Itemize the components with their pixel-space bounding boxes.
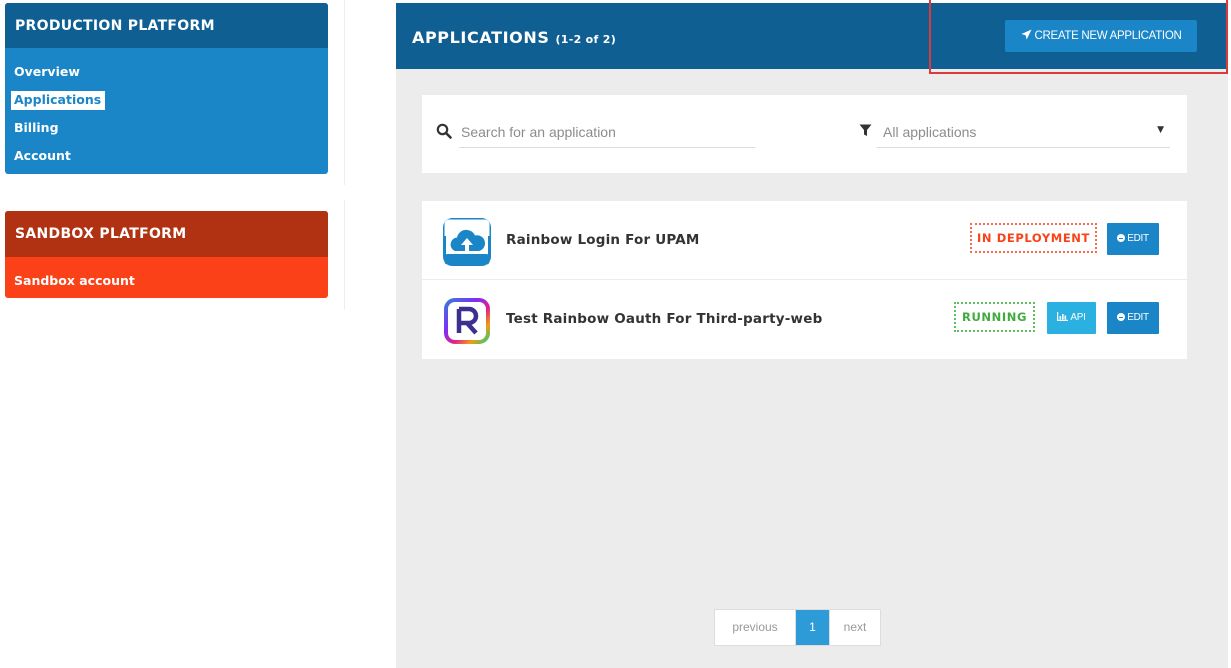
- application-name[interactable]: Test Rainbow Oauth For Third-party-web: [506, 311, 822, 327]
- applications-main: APPLICATIONS (1-2 of 2) CREATE NEW APPLIC…: [396, 3, 1228, 668]
- api-label: API: [1070, 312, 1086, 323]
- sidebar-divider: [344, 0, 345, 185]
- edit-label: EDIT: [1127, 233, 1149, 244]
- sandbox-platform-panel: SANDBOX PLATFORM Sandbox account: [5, 211, 328, 298]
- application-name[interactable]: Rainbow Login For UPAM: [506, 232, 700, 248]
- applications-header: APPLICATIONS (1-2 of 2) CREATE NEW APPLIC…: [396, 3, 1228, 69]
- filter-icon: [859, 124, 872, 136]
- paper-plane-icon: [1020, 29, 1032, 40]
- search-icon: [436, 123, 452, 139]
- sidebar-item-billing[interactable]: Billing: [14, 119, 62, 138]
- application-list: Rainbow Login For UPAM IN DEPLOYMENT EDI…: [422, 201, 1187, 359]
- applications-count: (1-2 of 2): [555, 33, 617, 46]
- sidebar-item-applications[interactable]: Applications: [11, 91, 106, 110]
- sidebar-divider-lower: [344, 200, 345, 310]
- edit-button[interactable]: EDIT: [1107, 302, 1159, 334]
- status-badge: RUNNING: [954, 302, 1035, 332]
- cloud-app-logo-icon: [443, 218, 491, 266]
- page-title-text: APPLICATIONS: [412, 28, 550, 47]
- pagination: previous 1 next: [714, 609, 881, 646]
- application-row[interactable]: Test Rainbow Oauth For Third-party-web R…: [422, 280, 1187, 359]
- chevron-down-icon: ▼: [1157, 125, 1164, 135]
- pagination-page-1[interactable]: 1: [796, 610, 829, 645]
- api-button[interactable]: API: [1047, 302, 1096, 334]
- application-row[interactable]: Rainbow Login For UPAM IN DEPLOYMENT EDI…: [422, 201, 1187, 280]
- pagination-previous[interactable]: previous: [715, 610, 796, 645]
- page-title: APPLICATIONS (1-2 of 2): [412, 28, 616, 47]
- status-badge: IN DEPLOYMENT: [970, 223, 1097, 253]
- search-filter-bar: All applications ▼: [422, 95, 1187, 173]
- bar-chart-icon: [1057, 312, 1069, 321]
- production-platform-panel: PRODUCTION PLATFORM Overview Application…: [5, 3, 328, 174]
- sandbox-platform-title: SANDBOX PLATFORM: [5, 211, 328, 257]
- rainbow-app-logo-icon: [444, 298, 490, 344]
- search-input[interactable]: [459, 117, 755, 148]
- filter-selected-value: All applications: [883, 124, 977, 140]
- create-new-application-label: CREATE NEW APPLICATION: [1034, 30, 1182, 42]
- production-platform-title: PRODUCTION PLATFORM: [5, 3, 328, 48]
- create-new-application-button[interactable]: CREATE NEW APPLICATION: [1005, 20, 1197, 52]
- pagination-next[interactable]: next: [829, 610, 880, 645]
- edit-icon: [1117, 234, 1126, 242]
- sidebar-item-sandbox-account[interactable]: Sandbox account: [14, 272, 138, 291]
- edit-icon: [1117, 313, 1126, 321]
- sidebar-item-overview[interactable]: Overview: [14, 63, 83, 82]
- edit-label: EDIT: [1127, 312, 1149, 323]
- application-filter-select[interactable]: All applications ▼: [877, 117, 1170, 148]
- sidebar-item-account[interactable]: Account: [14, 147, 74, 166]
- edit-button[interactable]: EDIT: [1107, 223, 1159, 255]
